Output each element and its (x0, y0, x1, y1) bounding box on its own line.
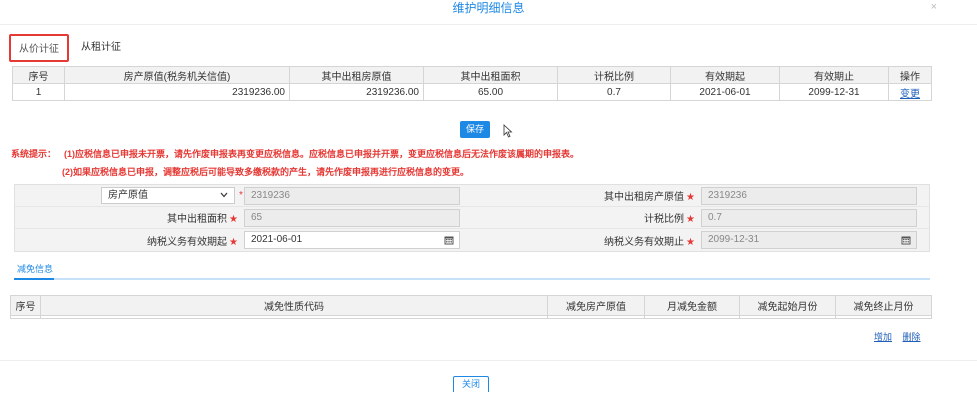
required-mark: ★ (686, 214, 695, 225)
relief-col-seq: 序号 (10, 295, 41, 316)
relief-col-monthly: 月减免金额 (644, 295, 740, 316)
system-notice-line1: 系统提示： (1)应税信息已申报未开票，请先作废申报表再变更应税信息。应税信息已申… (11, 147, 579, 160)
delete-link[interactable]: 删除 (903, 332, 921, 342)
calendar-icon[interactable] (444, 235, 454, 245)
cell-original-value: 2319236.00 (64, 83, 290, 101)
col-header-valid-to: 有效期止 (779, 66, 889, 84)
form-row-1: 房产原值 * 2319236 其中出租房产原值 ★ 2319236 (15, 185, 929, 207)
required-mark: ★ (229, 214, 238, 225)
relief-header-row: 序号 减免性质代码 减免房产原值 月减免金额 减免起始月份 减免终止月份 (10, 295, 932, 316)
calendar-icon[interactable] (901, 235, 911, 245)
system-notice-text1: (1)应税信息已申报未开票，请先作废申报表再变更应税信息。应税信息已申报并开票，… (64, 149, 580, 159)
tab-bar: 从价计征 从租计征 (9, 32, 129, 62)
col-header-action: 操作 (888, 66, 932, 84)
cell-action: 变更 (888, 83, 932, 101)
cell-seq: 1 (12, 83, 65, 101)
tax-ratio-field[interactable]: 0.7 (701, 208, 917, 227)
valid-to-label: 纳税义务有效期止 (604, 236, 685, 248)
col-header-rented-value: 其中出租房原值 (289, 66, 424, 84)
save-button[interactable]: 保存 (460, 121, 490, 138)
relief-empty-row (10, 315, 932, 319)
relief-col-end: 减免终止月份 (835, 295, 932, 316)
system-notice-prefix: 系统提示： (11, 149, 57, 159)
value-type-select[interactable]: 房产原值 (101, 187, 235, 204)
dialog-title: 维护明细信息 (452, 1, 525, 15)
rented-value-label: 其中出租房产原值 (604, 192, 685, 203)
col-header-valid-from: 有效期起 (670, 66, 780, 84)
form-row-2: 其中出租面积 ★ 65 计税比例 ★ 0.7 (15, 207, 929, 229)
relief-tab-active-indicator (14, 278, 54, 280)
table-row[interactable]: 1 2319236.00 2319236.00 65.00 0.7 2021-0… (12, 83, 932, 101)
title-divider (0, 24, 977, 25)
close-button[interactable]: 关闭 (453, 376, 489, 392)
tab-ad-valorem[interactable]: 从价计征 (9, 34, 69, 62)
cell-valid-to: 2099-12-31 (779, 83, 889, 101)
rented-area-label: 其中出租面积 (167, 214, 228, 225)
cell-rented-value: 2319236.00 (289, 83, 424, 101)
required-mark: ★ (686, 192, 695, 203)
form-row-3: 纳税义务有效期起 ★ 2021-06-01 纳税义务有效期止 ★ 2099-12-3… (15, 229, 929, 251)
col-header-seq: 序号 (12, 66, 65, 84)
cell-rented-area: 65.00 (423, 83, 558, 101)
relief-actions: 增加 删除 (866, 330, 921, 343)
col-header-rented-area: 其中出租面积 (423, 66, 558, 84)
tax-ratio-label: 计税比例 (644, 214, 685, 225)
detail-form: 房产原值 * 2319236 其中出租房产原值 ★ 2319236 其中出租面积 ★… (14, 184, 930, 252)
valid-from-label: 纳税义务有效期起 (147, 236, 228, 248)
required-mark: * (239, 190, 243, 201)
rented-area-field[interactable]: 65 (244, 208, 460, 227)
required-mark: ★ (686, 236, 695, 248)
required-mark: ★ (229, 236, 238, 248)
close-icon[interactable]: × (931, 1, 937, 13)
valid-to-field[interactable]: 2099-12-31 (701, 231, 917, 249)
relief-table: 序号 减免性质代码 减免房产原值 月减免金额 减免起始月份 减免终止月份 (10, 295, 932, 319)
relief-col-start: 减免起始月份 (739, 295, 836, 316)
change-link[interactable]: 变更 (900, 89, 920, 100)
valid-from-field[interactable]: 2021-06-01 (244, 231, 460, 249)
chevron-down-icon (220, 192, 228, 198)
property-detail-table: 序号 房产原值(税务机关信值) 其中出租房原值 其中出租面积 计税比例 有效期起… (12, 66, 932, 101)
cell-valid-from: 2021-06-01 (670, 83, 780, 101)
tab-relief-info[interactable]: 减免信息 (17, 262, 53, 275)
footer-divider (0, 360, 977, 361)
add-link[interactable]: 增加 (874, 332, 892, 342)
table-header-row: 序号 房产原值(税务机关信值) 其中出租房原值 其中出租面积 计税比例 有效期起… (12, 66, 932, 84)
relief-tab-divider (14, 278, 930, 280)
col-header-tax-ratio: 计税比例 (557, 66, 671, 84)
cell-tax-ratio: 0.7 (557, 83, 671, 101)
rented-value-field[interactable]: 2319236 (701, 186, 917, 205)
relief-col-code: 减免性质代码 (40, 295, 548, 316)
tab-rent-based[interactable]: 从租计征 (73, 34, 129, 62)
system-notice-line2: (2)如果应税信息已申报，调整应税后可能导致多缴税款的产生，请先作废申报再进行应… (62, 167, 470, 177)
original-value-field[interactable]: 2319236 (244, 186, 460, 205)
relief-col-value: 减免房产原值 (547, 295, 645, 316)
col-header-original-value: 房产原值(税务机关信值) (64, 66, 290, 84)
mouse-cursor-icon (503, 124, 513, 138)
